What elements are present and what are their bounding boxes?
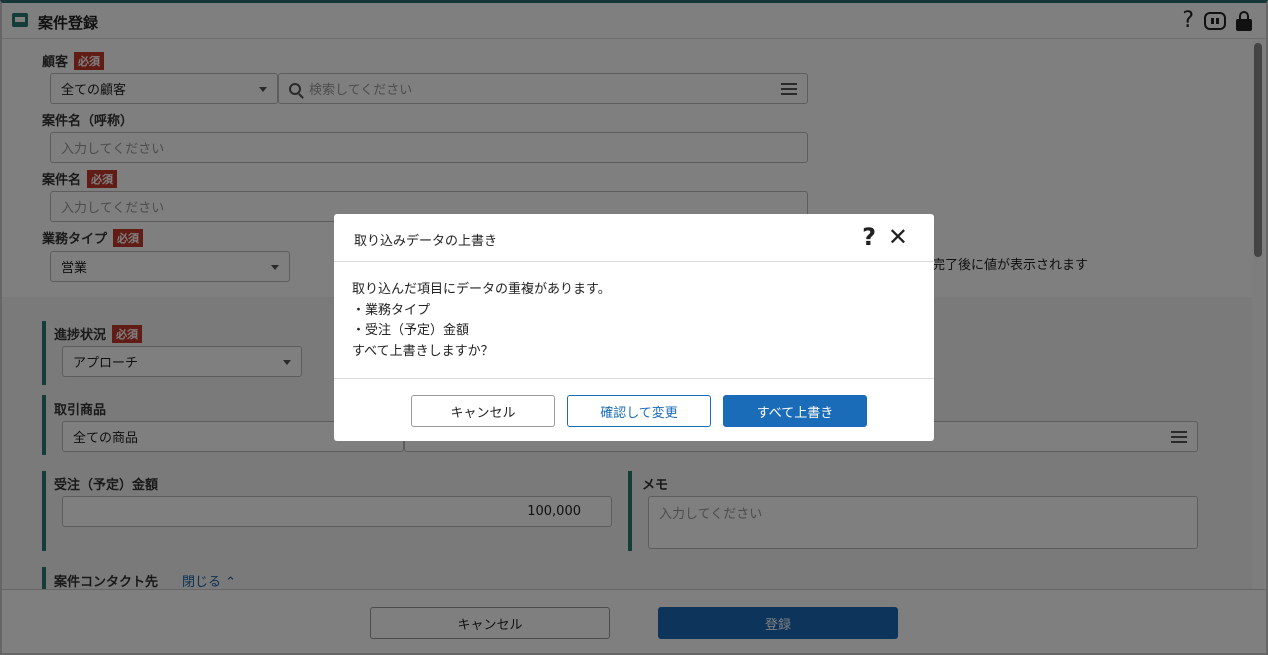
review-and-change-button[interactable]: 確認して変更 <box>567 395 711 427</box>
overwrite-dialog: 取り込みデータの上書き ? ✕ 取り込んだ項目にデータの重複があります。 ・業務… <box>334 214 934 441</box>
dialog-cancel-button[interactable]: キャンセル <box>411 395 555 427</box>
overwrite-all-button[interactable]: すべて上書き <box>723 395 867 427</box>
dialog-list-item: ・業務タイプ <box>352 302 431 318</box>
dialog-title: 取り込みデータの上書き <box>354 234 498 249</box>
dialog-header: 取り込みデータの上書き ? ✕ <box>334 214 934 262</box>
dialog-question: すべて上書きしますか？ <box>352 343 494 359</box>
dialog-list-item: ・受注（予定）金額 <box>352 323 470 338</box>
dialog-message: 取り込んだ項目にデータの重複があります。 <box>352 282 611 297</box>
help-icon[interactable]: ? <box>862 223 876 251</box>
close-icon[interactable]: ✕ <box>888 223 908 251</box>
dialog-body: 取り込んだ項目にデータの重複があります。 ・業務タイプ ・受注（予定）金額 すべ… <box>334 262 934 379</box>
